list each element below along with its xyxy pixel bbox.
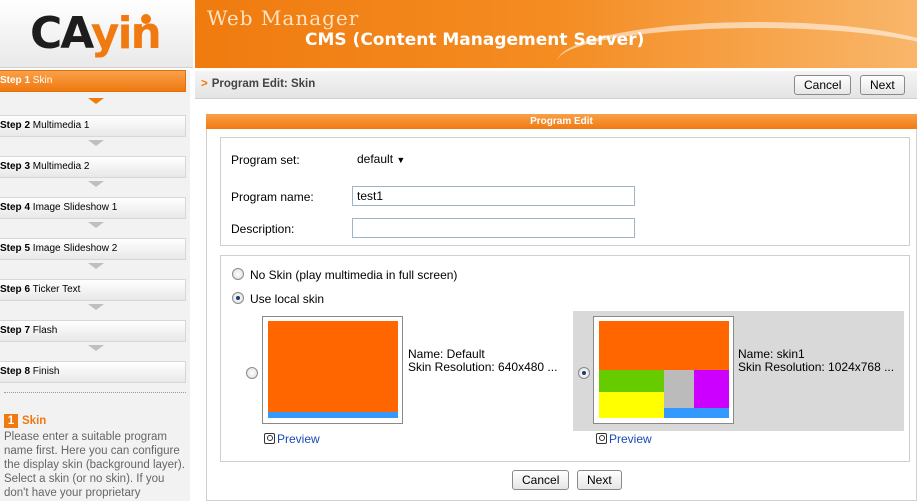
step-arrow-icon [88,181,104,187]
cancel-button[interactable]: Cancel [794,75,852,95]
logo: CAyin [0,0,193,68]
step-arrow-icon [88,140,104,146]
step-arrow-icon [88,222,104,228]
description-input[interactable] [352,218,635,238]
skin1-thumbnail[interactable] [593,316,734,424]
step-arrow-icon [88,304,104,310]
bottom-cancel-button[interactable]: Cancel [512,470,570,490]
bottom-next-button[interactable]: Next [577,470,622,490]
help-text: Please enter a suitable program name fir… [4,431,185,499]
breadcrumb: > Program Edit: Skin [201,78,316,90]
description-label: Description: [231,222,295,236]
skin-default-radio[interactable] [246,367,258,379]
step-arrow-icon [88,98,104,104]
skin-region [599,370,664,392]
skin-region [268,412,398,418]
skin1-resolution: Skin Resolution: 1024x768 ... [738,360,895,374]
local-skin-label: Use local skin [250,292,325,306]
skin-region [694,370,729,408]
zoom-icon [596,433,607,444]
banner-title: CMS (Content Management Server) [305,30,645,50]
skin-default-preview-link[interactable]: Preview [264,432,320,446]
skin-region [599,321,729,370]
program-set-label: Program set: [231,153,300,167]
help-title: Skin [22,415,47,427]
sidebar-step-1[interactable]: Step 1 Skin [0,70,186,92]
skin-region [664,408,729,418]
step-arrow-icon [88,263,104,269]
chevron-down-icon: ▼ [396,155,406,165]
zoom-icon [264,433,275,444]
header-banner: Web Manager CMS (Content Management Serv… [195,0,917,68]
help-panel: 1 Skin Please enter a suitable program na… [4,414,186,500]
skin-default-resolution: Skin Resolution: 640x480 ... [408,360,558,374]
sidebar-step-6[interactable]: Step 6 Ticker Text [0,279,186,301]
step-badge: 1 [4,414,18,428]
logo-wordmark: CAyin [30,8,162,59]
program-set-select[interactable]: default ▼ [357,150,405,169]
program-name-label: Program name: [231,190,314,204]
skin-region [268,321,398,412]
sidebar-step-5[interactable]: Step 5 Image Slideshow 2 [0,238,186,260]
next-button[interactable]: Next [860,75,905,95]
sidebar-divider [4,392,186,393]
skin-region [664,370,694,408]
sidebar-step-4[interactable]: Step 4 Image Slideshow 1 [0,197,186,219]
sidebar-step-2[interactable]: Step 2 Multimedia 1 [0,115,186,137]
skin-region [599,392,664,418]
sidebar-step-7[interactable]: Step 7 Flash [0,320,186,342]
step-arrow-icon [88,345,104,351]
panel-title: Program Edit [206,114,917,129]
app-window: CAyin Web Manager CMS (Content Managemen… [0,0,917,501]
sidebar: Step 1 Skin Step 2 Multimedia 1 Step 3 M… [0,70,190,501]
sidebar-step-3[interactable]: Step 3 Multimedia 2 [0,156,186,178]
no-skin-label: No Skin (play multimedia in full screen) [250,268,458,282]
program-name-input[interactable]: test1 [352,186,635,206]
local-skin-radio[interactable] [232,292,244,304]
skin1-radio[interactable] [578,367,590,379]
logo-dot [141,14,151,24]
banner-subtitle: Web Manager [207,6,360,30]
skin-default-thumbnail[interactable] [262,316,403,424]
no-skin-radio[interactable] [232,268,244,280]
skin1-preview-link[interactable]: Preview [596,432,652,446]
sidebar-step-8[interactable]: Step 8 Finish [0,361,186,383]
breadcrumb-bar: > Program Edit: Skin Cancel Next [195,71,917,99]
